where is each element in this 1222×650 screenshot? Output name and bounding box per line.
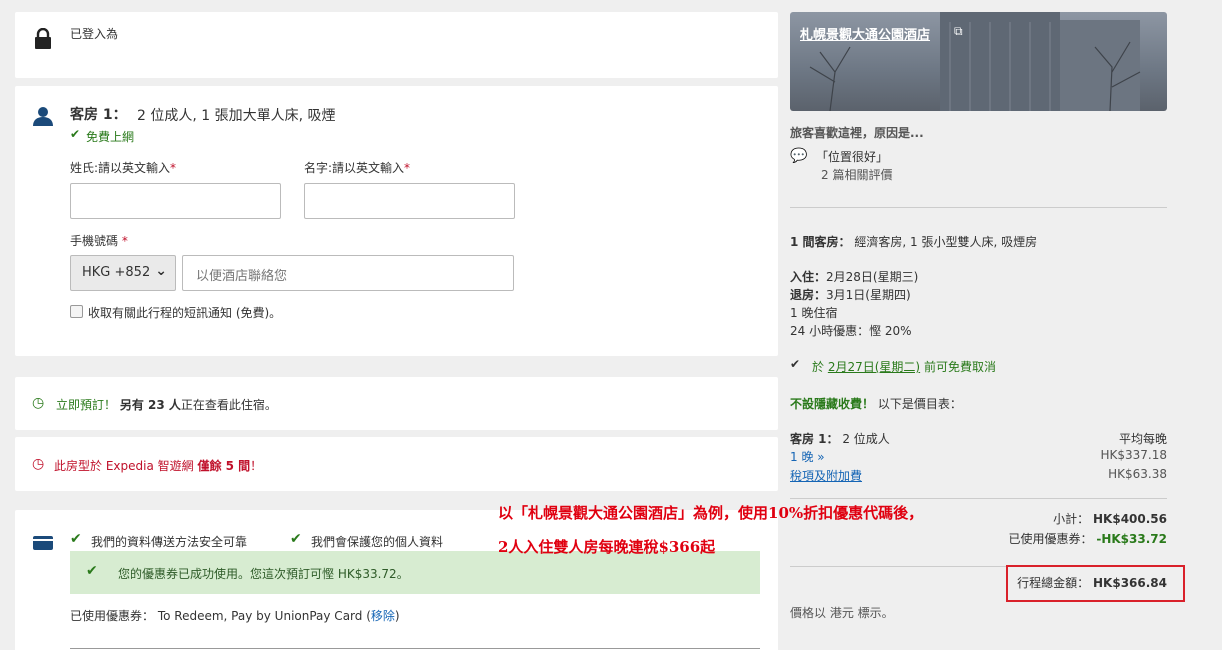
nights-line: 1 晚住宿	[790, 306, 838, 320]
phone-label: 手機號碼 *	[70, 234, 128, 248]
total-line: 行程總金額： HK$366.84	[1017, 576, 1167, 590]
divider	[70, 648, 760, 649]
scarcity-card: ◷ 此房型於 Expedia 智遊網 僅餘 5 間！	[15, 437, 778, 491]
coupon-applied-line: 已使用優惠券： -HK$33.72	[1008, 532, 1167, 546]
privacy-text: 我們會保護您的個人資料	[311, 535, 444, 549]
login-card: 已登入為	[15, 12, 778, 78]
deal-line: 24 小時優惠：慳 20%	[790, 324, 912, 338]
check-icon: ✔	[86, 563, 98, 579]
urgency-card: ◷ 立即預訂！ 另有 23 人正在查看此住宿。	[15, 377, 778, 430]
scarcity-message: 此房型於 Expedia 智遊網 僅餘 5 間！	[54, 459, 263, 473]
wifi-check-icon: ✔	[70, 127, 81, 141]
tax-price: HK$63.38	[1108, 467, 1167, 481]
free-cancel-line: 於 2月27日(星期二) 前可免費取消	[812, 360, 996, 374]
why-title: 旅客喜歡這裡，原因是...	[790, 126, 924, 140]
room-label: 客房 1：	[70, 107, 127, 123]
sms-label: 收取有關此行程的短訊通知 (免費)。	[88, 306, 282, 320]
clock-icon: ◷	[32, 456, 45, 472]
check-icon: ✔	[790, 357, 801, 371]
lock-icon	[35, 28, 51, 49]
hotel-image[interactable]: 札幌景觀大通公園酒店 ⧉	[790, 12, 1167, 111]
surname-label: 姓氏:請以英文輸入*	[70, 161, 177, 175]
phone-input[interactable]: 以便酒店聯絡您	[182, 255, 514, 291]
remove-coupon-link[interactable]: 移除	[371, 609, 395, 623]
surname-input[interactable]	[70, 183, 281, 219]
no-hidden-fees-line: 不設隱藏收費！ 以下是價目表：	[790, 397, 962, 411]
checkin-line: 入住：2月28日(星期三)	[790, 270, 919, 284]
coupon-success-text: 您的優惠券已成功使用。您這次預訂可慳 HK$33.72。	[118, 567, 409, 581]
checkout-line: 退房：3月1日(星期四)	[790, 288, 911, 302]
taxes-link[interactable]: 稅項及附加費	[790, 467, 862, 484]
speech-bubble-icon: 💬	[790, 148, 808, 164]
chevron-down-icon: »	[817, 450, 825, 464]
hotel-name-link[interactable]: 札幌景觀大通公園酒店	[800, 24, 930, 43]
room-guest-card: 客房 1： 2 位成人, 1 張加大單人床, 吸煙 ✔ 免費上網 姓氏:請以英文…	[15, 86, 778, 356]
currency-note: 價格以 港元 標示。	[790, 606, 894, 620]
login-status: 已登入為	[70, 27, 119, 41]
given-name-input[interactable]	[304, 183, 515, 219]
review-count: 2 篇相關評價	[821, 168, 893, 182]
promo-annotation-line1: 以「札幌景觀大通公園酒店」為例，使用10%折扣優惠代碼後，	[498, 504, 924, 522]
sms-checkbox[interactable]	[70, 305, 83, 318]
rooms-line: 1 間客房： 經濟客房, 1 張小型雙人床, 吸煙房	[790, 235, 1038, 249]
secure-transfer-text: 我們的資料傳送方法安全可靠	[91, 535, 248, 549]
credit-card-icon	[33, 536, 53, 550]
urgency-message: 立即預訂！ 另有 23 人正在查看此住宿。	[56, 398, 277, 412]
free-wifi-label: 免費上網	[86, 130, 135, 144]
promo-annotation-line2: 2人入住雙人房每晚連稅$366起	[498, 538, 716, 556]
given-name-label: 名字:請以英文輸入*	[304, 161, 411, 175]
review-quote: 「位置很好」	[816, 150, 889, 164]
cancel-date-link[interactable]: 2月27日(星期二)	[828, 360, 920, 374]
divider	[790, 498, 1167, 499]
subtotal-line: 小計： HK$400.56	[1053, 512, 1167, 526]
clock-icon: ◷	[32, 395, 45, 411]
avg-per-night-label: 平均每晚	[1118, 432, 1167, 446]
nights-toggle-link[interactable]: 1 晚 »	[790, 448, 825, 465]
coupon-used-line: 已使用優惠券： To Redeem, Pay by UnionPay Card …	[70, 609, 400, 623]
person-icon	[33, 107, 53, 126]
country-code-select[interactable]: HKG +852 ⌄	[70, 255, 176, 291]
coupon-success-banner: ✔ 您的優惠券已成功使用。您這次預訂可慳 HK$33.72。	[70, 551, 760, 594]
night-price: HK$337.18	[1100, 448, 1167, 462]
check-icon: ✔	[70, 531, 82, 547]
external-link-icon: ⧉	[954, 24, 963, 38]
check-icon: ✔	[290, 531, 302, 547]
room-description: 2 位成人, 1 張加大單人床, 吸煙	[137, 108, 336, 124]
chevron-down-icon: ⌄	[155, 263, 167, 279]
price-room-line: 客房 1： 2 位成人	[790, 432, 890, 446]
payment-card: ✔ 我們的資料傳送方法安全可靠 ✔ 我們會保護您的個人資料 ✔ 您的優惠券已成功…	[15, 510, 778, 650]
divider	[790, 207, 1167, 208]
